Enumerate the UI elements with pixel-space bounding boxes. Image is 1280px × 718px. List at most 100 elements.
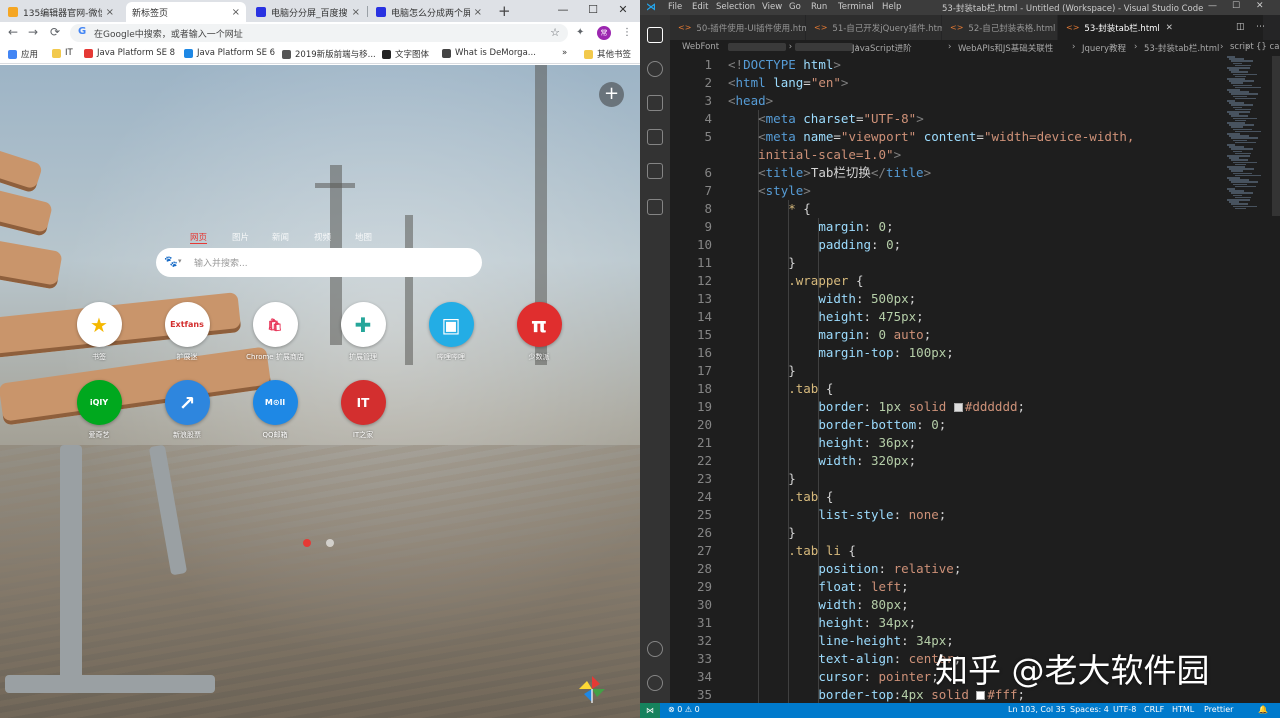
end-of-line[interactable]: CRLF xyxy=(1144,705,1164,714)
bookmark-item[interactable]: Java Platform SE 8 xyxy=(84,48,175,58)
shortcut-tile[interactable]: iQIY 爱奇艺 xyxy=(69,380,129,440)
close-tab-icon[interactable]: ✕ xyxy=(1166,23,1173,33)
bookmark-item[interactable]: 应用 xyxy=(8,48,38,60)
close-tab-icon[interactable]: × xyxy=(352,7,360,18)
pinwheel-icon[interactable] xyxy=(578,675,606,703)
editor-tab[interactable]: <> 53-封装tab栏.html ✕ xyxy=(1058,15,1264,40)
bookmarks-more-button[interactable]: » xyxy=(562,48,567,58)
reload-button[interactable]: ⟳ xyxy=(50,25,60,39)
indentation[interactable]: Spaces: 4 xyxy=(1070,705,1109,714)
bookmark-item[interactable]: IT xyxy=(52,48,73,58)
other-bookmarks[interactable]: 其他书签 xyxy=(584,48,631,60)
chrome-menu-icon[interactable]: ⋮ xyxy=(622,27,632,38)
menu-help[interactable]: Help xyxy=(882,2,901,12)
menu-edit[interactable]: Edit xyxy=(692,2,708,12)
omnibox[interactable]: G 在Google中搜索，或者输入一个网址 ☆ xyxy=(70,24,568,42)
minimize-button[interactable]: — xyxy=(548,0,578,20)
breadcrumb-root[interactable]: WebFont xyxy=(682,42,719,52)
minimize-button[interactable]: — xyxy=(1208,1,1217,11)
close-window-button[interactable]: ✕ xyxy=(1256,1,1264,11)
menu-go[interactable]: Go xyxy=(789,2,801,12)
search-tab-web[interactable]: 网页 xyxy=(190,231,208,244)
editor-tab[interactable]: <> 52-自己封装表格.html xyxy=(942,15,1058,40)
breadcrumb-item[interactable]: {} callback xyxy=(1256,42,1280,52)
shortcut-tile[interactable]: M⊙ll QQ邮箱 xyxy=(245,380,305,440)
editor-tab[interactable]: <> 51-自己开发jQuery插件.html xyxy=(806,15,948,40)
baidu-paw-icon[interactable]: 🐾 xyxy=(164,255,178,268)
menu-view[interactable]: View xyxy=(762,2,782,12)
bookmark-star-icon[interactable]: ☆ xyxy=(550,26,560,39)
shortcut-tile[interactable]: ▣ 哔哩哔哩 xyxy=(421,302,481,362)
problems-indicator[interactable]: ⊗ 0 ⚠ 0 xyxy=(668,705,700,714)
add-shortcut-button[interactable]: + xyxy=(599,82,624,107)
menu-selection[interactable]: Selection xyxy=(716,2,755,12)
profile-avatar[interactable]: 常 xyxy=(597,26,611,40)
maximize-button[interactable]: ☐ xyxy=(578,0,608,20)
shortcut-tile[interactable]: 🛍 Chrome 扩展商店 xyxy=(245,302,305,362)
menu-run[interactable]: Run xyxy=(811,2,827,12)
chrome-tab[interactable]: 135编辑器官网-微信 × xyxy=(2,2,120,22)
shortcut-tile[interactable]: Extfans 扩展迷 xyxy=(157,302,217,362)
shortcut-tile[interactable]: ✚ 扩展管理 xyxy=(333,302,393,362)
shortcut-tile[interactable]: IT IT之家 xyxy=(333,380,393,440)
menu-file[interactable]: File xyxy=(668,2,682,12)
breadcrumb-item[interactable]: WebAPIs和JS基础关联性 xyxy=(958,42,1053,54)
ntp-search-input[interactable]: 🐾 ▾ 输入并搜索... xyxy=(156,248,482,277)
search-tab-video[interactable]: 视频 xyxy=(314,231,331,243)
split-editor-icon[interactable]: ◫ xyxy=(1236,22,1245,32)
breadcrumb-item[interactable]: Jquery教程 xyxy=(1082,42,1126,54)
source-control-icon[interactable] xyxy=(647,95,663,111)
encoding[interactable]: UTF-8 xyxy=(1113,705,1136,714)
page-dot-active[interactable] xyxy=(303,539,311,547)
forward-button[interactable]: → xyxy=(28,25,38,39)
minimap[interactable] xyxy=(1225,56,1273,216)
chrome-tab[interactable]: 电脑怎么分成两个屏幕 × xyxy=(370,2,488,22)
color-swatch[interactable] xyxy=(976,691,986,700)
breadcrumb-item[interactable]: script xyxy=(1230,42,1254,52)
close-tab-icon[interactable]: × xyxy=(474,7,482,18)
chrome-tab[interactable]: 电脑分分屏_百度搜索 × xyxy=(250,2,366,22)
chrome-tab[interactable]: 新标签页 × xyxy=(126,2,246,22)
prettier-status[interactable]: Prettier xyxy=(1204,705,1233,714)
accounts-icon[interactable] xyxy=(647,641,663,657)
search-tab-images[interactable]: 图片 xyxy=(232,231,249,243)
editor-scrollbar[interactable] xyxy=(1272,56,1280,216)
shortcut-tile[interactable]: ↗ 新浪股票 xyxy=(157,380,217,440)
cursor-position[interactable]: Ln 103, Col 35 xyxy=(1008,705,1066,714)
new-tab-button[interactable]: + xyxy=(498,2,511,20)
bookmark-item[interactable]: What is DeMorga... xyxy=(442,48,536,58)
manage-gear-icon[interactable] xyxy=(647,675,663,691)
breadcrumb-item[interactable]: 53-封装tab栏.html xyxy=(1144,42,1219,54)
back-button[interactable]: ← xyxy=(8,25,18,39)
bookmark-item[interactable]: 文字图体 xyxy=(382,48,429,60)
close-tab-icon[interactable]: × xyxy=(232,7,240,18)
search-tab-map[interactable]: 地图 xyxy=(355,231,372,243)
more-actions-icon[interactable]: ⋯ xyxy=(1256,22,1265,32)
bookmark-item[interactable]: Java Platform SE 6 xyxy=(184,48,275,58)
notifications-bell-icon[interactable]: 🔔 xyxy=(1258,705,1268,714)
chevron-down-icon[interactable]: ▾ xyxy=(178,257,182,265)
language-mode[interactable]: HTML xyxy=(1172,705,1194,714)
bookmark-item[interactable]: 2019新版前端与移... xyxy=(282,48,376,60)
extensions-icon[interactable] xyxy=(647,163,663,179)
shortcut-tile[interactable]: π 少数派 xyxy=(509,302,569,362)
shortcut-tile[interactable]: ★ 书签 xyxy=(69,302,129,362)
search-icon[interactable] xyxy=(647,61,663,77)
close-window-button[interactable]: ✕ xyxy=(608,0,638,20)
editor-tab-label: 51-自己开发jQuery插件.html xyxy=(832,23,948,34)
remote-indicator[interactable]: ⋈ xyxy=(640,703,660,718)
page-dot[interactable] xyxy=(326,539,334,547)
run-debug-icon[interactable] xyxy=(647,129,663,145)
color-swatch[interactable] xyxy=(953,403,963,412)
breadcrumb-item[interactable]: JavaScript进阶 xyxy=(852,42,912,54)
menu-terminal[interactable]: Terminal xyxy=(838,2,874,12)
explorer-icon[interactable] xyxy=(647,27,663,43)
maximize-button[interactable]: ☐ xyxy=(1232,1,1240,11)
remote-explorer-icon[interactable] xyxy=(647,199,663,215)
close-tab-icon[interactable]: × xyxy=(106,7,114,18)
extensions-icon[interactable]: ✦ xyxy=(576,27,584,38)
code-editor[interactable]: 1 <!DOCTYPE html> 2 <html lang="en"> 3 <head>… xyxy=(670,56,1235,703)
search-tab-news[interactable]: 新闻 xyxy=(272,231,289,243)
editor-tab[interactable]: <> 50-插件使用-UI插件使用.html xyxy=(670,15,812,40)
breadcrumb: WebFont › › JavaScript进阶 › WebAPIs和JS基础关联性… xyxy=(670,40,1280,56)
